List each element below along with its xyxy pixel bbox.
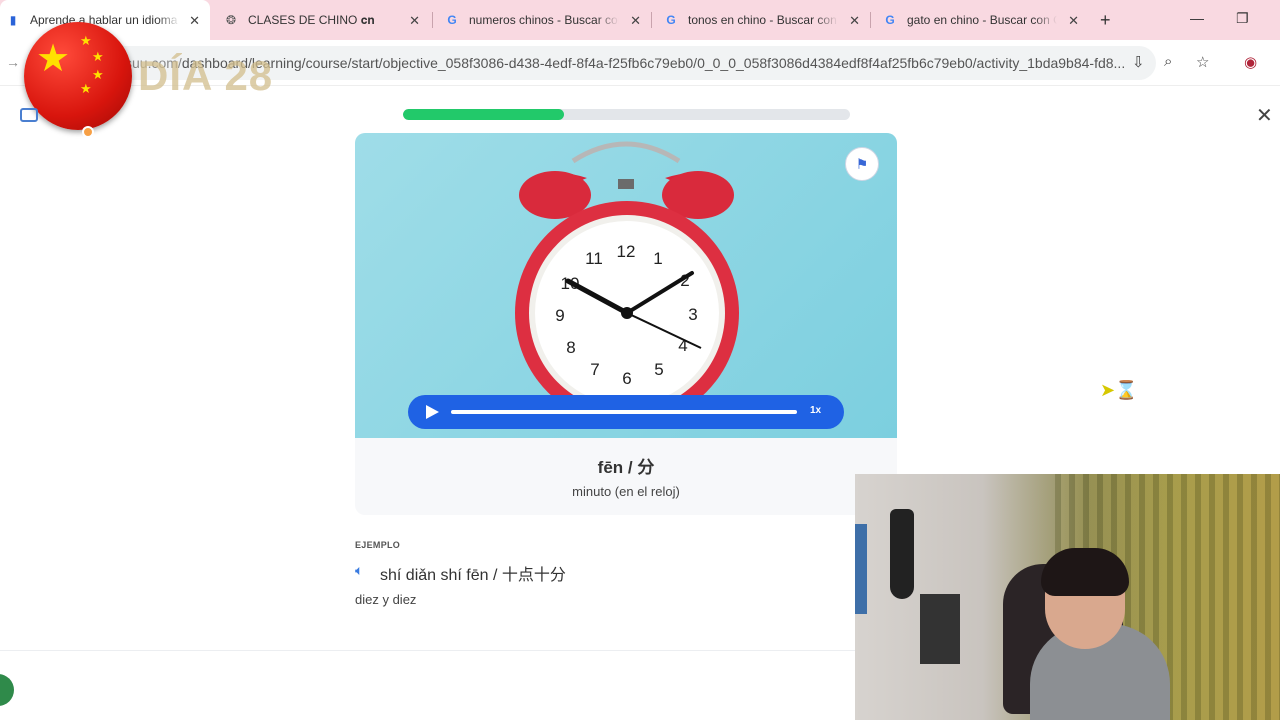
url-text: suu.com/dashboard/learning/course/start/…: [125, 55, 1125, 71]
svg-text:8: 8: [566, 338, 575, 357]
close-tab-icon[interactable]: ✕: [409, 13, 420, 29]
day-label: DÍA 28: [138, 52, 274, 99]
svg-text:5: 5: [654, 360, 663, 379]
plus-icon[interactable]: +: [1100, 10, 1111, 31]
bookmark-icon: ⚑: [855, 155, 869, 172]
star-icon: ★: [36, 38, 71, 80]
svg-text:6: 6: [622, 369, 631, 388]
zoom-icon[interactable]: ⌕: [1164, 53, 1172, 70]
tab-numeros-chinos[interactable]: G numeros chinos - Buscar con Google ✕: [433, 0, 651, 40]
speaker-icon[interactable]: 🔈︎: [355, 562, 363, 579]
vocab-word: fēn / 分: [597, 458, 655, 477]
webcam-overlay: [855, 474, 1280, 720]
person-hair: [1041, 548, 1129, 596]
close-tab-icon[interactable]: ✕: [849, 13, 860, 29]
shelf: [855, 524, 867, 614]
playback-speed[interactable]: 1x: [810, 405, 821, 416]
lesson-progress-bar: [403, 109, 850, 120]
star-icon: ★: [92, 67, 104, 82]
example-translation: diez y diez: [355, 592, 417, 607]
restore-icon[interactable]: ❐: [1236, 10, 1249, 27]
tab-gato-chino[interactable]: G gato en chino - Buscar con Google ✕: [871, 0, 1089, 40]
tab-clases-chino[interactable]: ❂ CLASES DE CHINO 𝐜𝐧 ✕: [212, 0, 430, 40]
google-icon: G: [666, 13, 676, 27]
example-label: EJEMPLO: [355, 540, 401, 550]
svg-text:9: 9: [555, 306, 564, 325]
star-icon: ★: [80, 33, 92, 48]
busuu-icon: ▮: [9, 13, 17, 27]
play-icon[interactable]: [426, 405, 439, 419]
profile-icon[interactable]: ◉: [1244, 53, 1257, 71]
star-bookmark-icon[interactable]: ☆: [1196, 53, 1209, 71]
star-icon: ★: [80, 81, 92, 96]
wall-poster: [890, 509, 914, 599]
flashcard: 12 1 2 3 4 5 6 7 8 9 10 11 ⚑ 1x: [355, 133, 897, 515]
tab-title: Aprende a hablar un idioma: [30, 13, 178, 27]
chatgpt-icon: ❂: [225, 13, 237, 27]
minimize-icon[interactable]: —: [1190, 10, 1204, 26]
tab-title: tonos en chino - Buscar con Google: [688, 13, 838, 27]
tab-title: CLASES DE CHINO 𝐜𝐧: [248, 12, 375, 27]
alarm-clock-icon: 12 1 2 3 4 5 6 7 8 9 10 11: [515, 141, 739, 425]
forward-arrow-icon[interactable]: →: [6, 54, 20, 70]
svg-text:7: 7: [590, 360, 599, 379]
close-tab-icon[interactable]: ✕: [1068, 13, 1079, 29]
progress-fill: [403, 109, 564, 120]
bookmark-button[interactable]: ⚑: [845, 147, 879, 181]
install-app-icon[interactable]: ⇩: [1132, 53, 1145, 71]
tab-tonos-chino[interactable]: G tonos en chino - Buscar con Google ✕: [652, 0, 870, 40]
close-tab-icon[interactable]: ✕: [630, 13, 641, 29]
alarm-clock-image: 12 1 2 3 4 5 6 7 8 9 10 11: [355, 133, 897, 438]
close-lesson-icon[interactable]: ✕: [1256, 103, 1273, 128]
busy-cursor-icon: ➤⌛: [1100, 380, 1138, 400]
url-path: dashboard/learning/course/start/objectiv…: [181, 55, 1125, 71]
footer-divider: [0, 650, 860, 651]
coffee-machine: [920, 594, 960, 664]
audio-track[interactable]: [451, 410, 797, 414]
svg-text:11: 11: [585, 249, 603, 268]
china-flag-icon: ★ ★ ★ ★ ★: [24, 22, 132, 130]
keyboard-icon[interactable]: [20, 108, 38, 122]
tab-title: gato en chino - Buscar con Google: [907, 13, 1057, 27]
svg-text:3: 3: [688, 305, 697, 324]
google-icon: G: [447, 13, 457, 27]
svg-text:12: 12: [617, 242, 636, 261]
tab-title: numeros chinos - Buscar con Google: [469, 13, 619, 27]
google-icon: G: [885, 13, 895, 27]
star-icon: ★: [92, 49, 104, 64]
help-button[interactable]: [0, 674, 14, 706]
svg-text:1: 1: [653, 249, 662, 268]
close-tab-icon[interactable]: ✕: [189, 13, 200, 29]
vocab-meaning: minuto (en el reloj): [572, 484, 680, 499]
notification-dot: [82, 126, 94, 138]
audio-player[interactable]: 1x: [408, 395, 844, 429]
tab-strip: ▮ Aprende a hablar un idioma ✕ ❂ CLASES …: [0, 0, 1280, 40]
example-text: shí diǎn shí fēn / 十点十分: [380, 567, 566, 584]
